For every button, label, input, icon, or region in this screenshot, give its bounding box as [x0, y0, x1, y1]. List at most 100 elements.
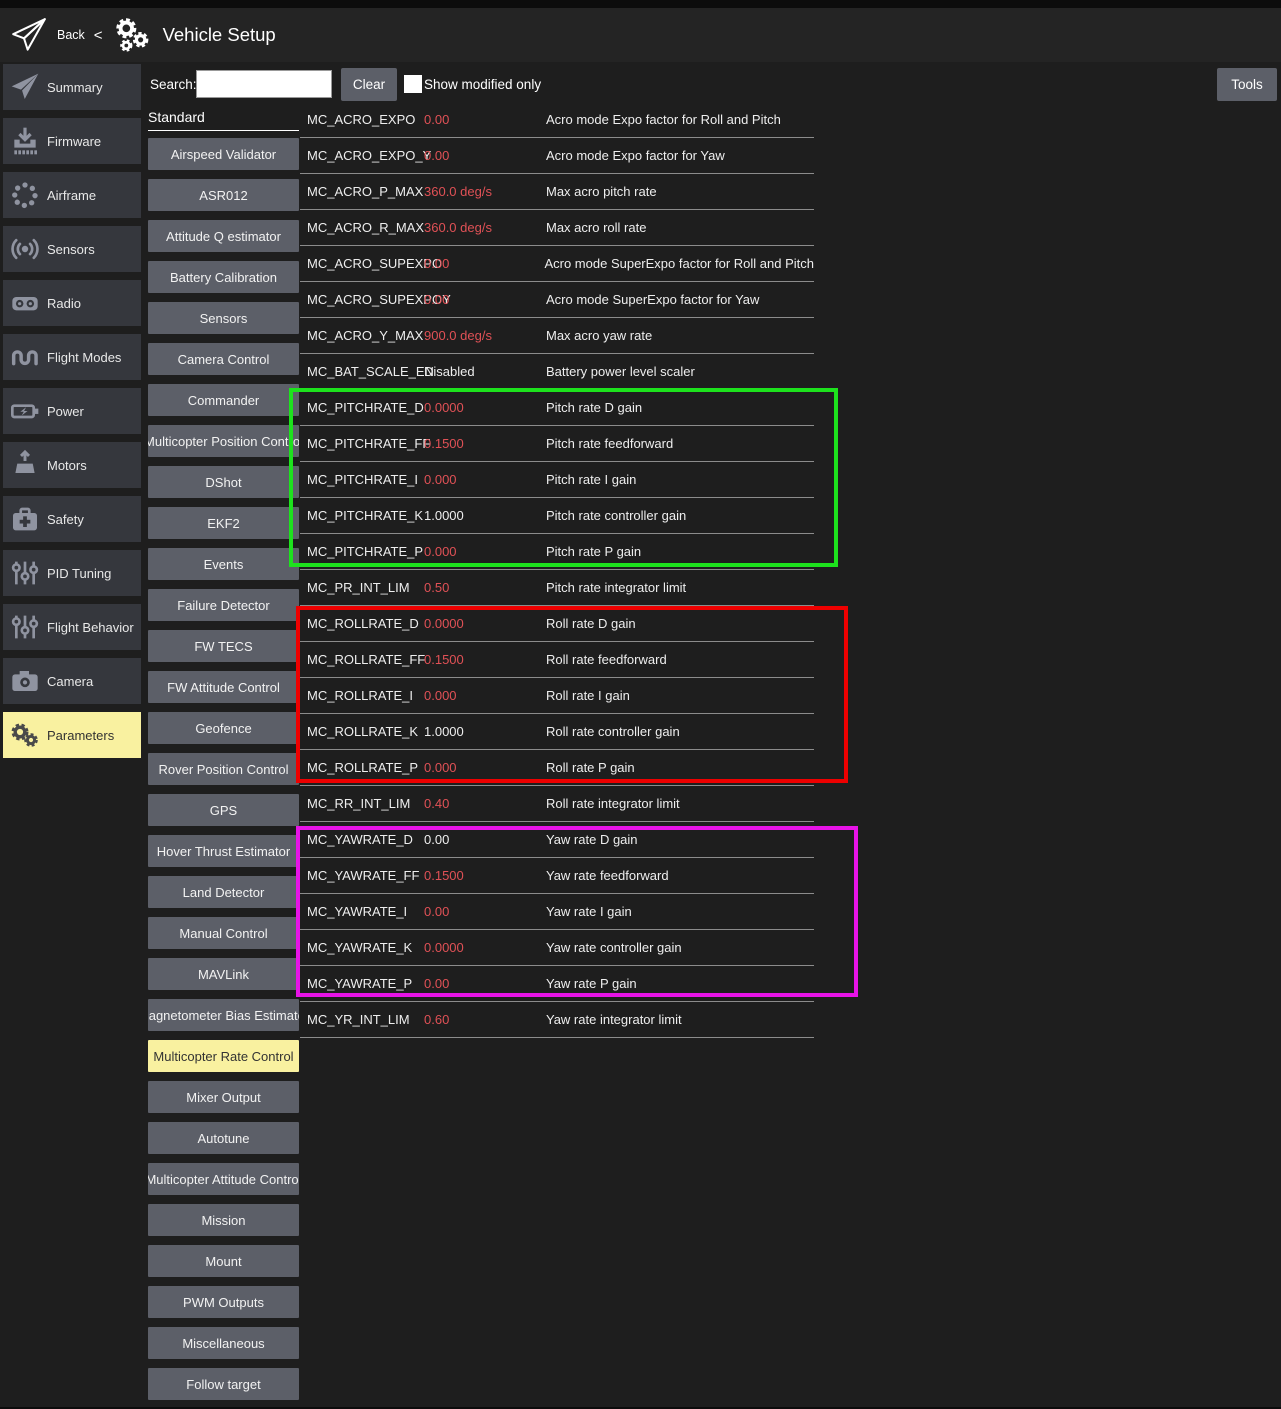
group-button-hover-thrust-estimator[interactable]: Hover Thrust Estimator — [148, 835, 299, 867]
sidebar-item-pid-tuning[interactable]: PID Tuning — [3, 550, 141, 596]
group-button-multicopter-attitude-control[interactable]: Multicopter Attitude Control — [148, 1163, 299, 1195]
search-input[interactable] — [196, 70, 332, 98]
group-button-manual-control[interactable]: Manual Control — [148, 917, 299, 949]
param-value: 0.000 — [424, 760, 546, 775]
param-name: MC_YAWRATE_D — [300, 832, 424, 847]
param-row-mc-rollrate-k[interactable]: MC_ROLLRATE_K1.0000Roll rate controller … — [300, 714, 814, 750]
param-row-mc-acro-p-max[interactable]: MC_ACRO_P_MAX360.0 deg/sMax acro pitch r… — [300, 174, 814, 210]
clear-search-button[interactable]: Clear — [341, 68, 397, 101]
sidebar-item-radio[interactable]: Radio — [3, 280, 141, 326]
sidebar-item-camera[interactable]: Camera — [3, 658, 141, 704]
sidebar-item-summary[interactable]: Summary — [3, 64, 141, 110]
group-button-pwm-outputs[interactable]: PWM Outputs — [148, 1286, 299, 1318]
param-row-mc-acro-supexpoy[interactable]: MC_ACRO_SUPEXPOY0.00Acro mode SuperExpo … — [300, 282, 814, 318]
param-description: Roll rate I gain — [546, 688, 814, 703]
sidebar-item-sensors[interactable]: Sensors — [3, 226, 141, 272]
group-button-gps[interactable]: GPS — [148, 794, 299, 826]
param-row-mc-acro-supexpo[interactable]: MC_ACRO_SUPEXPO0.00Acro mode SuperExpo f… — [300, 246, 814, 282]
group-button-fw-tecs[interactable]: FW TECS — [148, 630, 299, 662]
param-name: MC_PITCHRATE_K — [300, 508, 424, 523]
group-button-airspeed-validator[interactable]: Airspeed Validator — [148, 138, 299, 170]
group-button-battery-calibration[interactable]: Battery Calibration — [148, 261, 299, 293]
param-row-mc-pitchrate-k[interactable]: MC_PITCHRATE_K1.0000Pitch rate controlle… — [300, 498, 814, 534]
group-button-commander[interactable]: Commander — [148, 384, 299, 416]
param-value: 0.000 — [424, 544, 546, 559]
param-description: Pitch rate controller gain — [546, 508, 814, 523]
param-row-mc-acro-expo-y[interactable]: MC_ACRO_EXPO_Y0.00Acro mode Expo factor … — [300, 138, 814, 174]
group-button-dshot[interactable]: DShot — [148, 466, 299, 498]
group-button-miscellaneous[interactable]: Miscellaneous — [148, 1327, 299, 1359]
group-button-events[interactable]: Events — [148, 548, 299, 580]
group-button-mavlink[interactable]: MAVLink — [148, 958, 299, 990]
group-button-mixer-output[interactable]: Mixer Output — [148, 1081, 299, 1113]
param-description: Pitch rate integrator limit — [546, 580, 814, 595]
group-button-geofence[interactable]: Geofence — [148, 712, 299, 744]
sidebar-item-airframe[interactable]: Airframe — [3, 172, 141, 218]
param-row-mc-pr-int-lim[interactable]: MC_PR_INT_LIM0.50Pitch rate integrator l… — [300, 570, 814, 606]
param-row-mc-pitchrate-p[interactable]: MC_PITCHRATE_P0.000Pitch rate P gain — [300, 534, 814, 570]
group-button-multicopter-rate-control[interactable]: Multicopter Rate Control — [148, 1040, 299, 1072]
group-button-mount[interactable]: Mount — [148, 1245, 299, 1277]
param-name: MC_ACRO_Y_MAX — [300, 328, 424, 343]
group-button-multicopter-position-control[interactable]: Multicopter Position Control — [148, 425, 299, 457]
show-modified-checkbox[interactable] — [404, 75, 422, 93]
param-row-mc-rr-int-lim[interactable]: MC_RR_INT_LIM0.40Roll rate integrator li… — [300, 786, 814, 822]
param-row-mc-yr-int-lim[interactable]: MC_YR_INT_LIM0.60Yaw rate integrator lim… — [300, 1002, 814, 1038]
group-button-attitude-q-estimator[interactable]: Attitude Q estimator — [148, 220, 299, 252]
param-row-mc-rollrate-i[interactable]: MC_ROLLRATE_I0.000Roll rate I gain — [300, 678, 814, 714]
param-row-mc-rollrate-p[interactable]: MC_ROLLRATE_P0.000Roll rate P gain — [300, 750, 814, 786]
group-button-autotune[interactable]: Autotune — [148, 1122, 299, 1154]
param-name: MC_PITCHRATE_D — [300, 400, 424, 415]
param-row-mc-bat-scale-en[interactable]: MC_BAT_SCALE_ENDisabledBattery power lev… — [300, 354, 814, 390]
radio-goggles-icon — [3, 287, 47, 319]
param-name: MC_ACRO_EXPO_Y — [300, 148, 424, 163]
param-row-mc-acro-r-max[interactable]: MC_ACRO_R_MAX360.0 deg/sMax acro roll ra… — [300, 210, 814, 246]
sidebar-item-parameters[interactable]: Parameters — [3, 712, 141, 758]
back-button[interactable]: Back — [57, 28, 85, 42]
group-button-sensors[interactable]: Sensors — [148, 302, 299, 334]
camera-icon — [3, 665, 47, 697]
param-value: 1.0000 — [424, 508, 546, 523]
group-button-failure-detector[interactable]: Failure Detector — [148, 589, 299, 621]
group-button-mission[interactable]: Mission — [148, 1204, 299, 1236]
param-row-mc-acro-y-max[interactable]: MC_ACRO_Y_MAX900.0 deg/sMax acro yaw rat… — [300, 318, 814, 354]
param-row-mc-rollrate-ff[interactable]: MC_ROLLRATE_FF0.1500Roll rate feedforwar… — [300, 642, 814, 678]
param-row-mc-pitchrate-ff[interactable]: MC_PITCHRATE_FF0.1500Pitch rate feedforw… — [300, 426, 814, 462]
sidebar-item-flight-behavior[interactable]: Flight Behavior — [3, 604, 141, 650]
group-button-land-detector[interactable]: Land Detector — [148, 876, 299, 908]
group-button-ekf2[interactable]: EKF2 — [148, 507, 299, 539]
param-description: Pitch rate I gain — [546, 472, 814, 487]
sidebar-item-firmware[interactable]: Firmware — [3, 118, 141, 164]
param-description: Max acro yaw rate — [546, 328, 814, 343]
param-row-mc-pitchrate-i[interactable]: MC_PITCHRATE_I0.000Pitch rate I gain — [300, 462, 814, 498]
param-value: 0.00 — [424, 832, 546, 847]
param-row-mc-yawrate-d[interactable]: MC_YAWRATE_D0.00Yaw rate D gain — [300, 822, 814, 858]
sidebar-item-label: Radio — [47, 296, 81, 311]
group-button-magnetometer-bias-estimator[interactable]: Magnetometer Bias Estimator — [148, 999, 299, 1031]
group-button-follow-target[interactable]: Follow target — [148, 1368, 299, 1400]
param-row-mc-yawrate-k[interactable]: MC_YAWRATE_K0.0000Yaw rate controller ga… — [300, 930, 814, 966]
param-value: 0.00 — [424, 256, 544, 271]
param-row-mc-yawrate-i[interactable]: MC_YAWRATE_I0.00Yaw rate I gain — [300, 894, 814, 930]
param-description: Acro mode SuperExpo factor for Yaw — [546, 292, 814, 307]
group-button-fw-attitude-control[interactable]: FW Attitude Control — [148, 671, 299, 703]
param-row-mc-acro-expo[interactable]: MC_ACRO_EXPO0.00Acro mode Expo factor fo… — [300, 102, 814, 138]
sensors-signal-icon — [3, 233, 47, 265]
sidebar-item-label: Summary — [47, 80, 103, 95]
param-row-mc-pitchrate-d[interactable]: MC_PITCHRATE_D0.0000Pitch rate D gain — [300, 390, 814, 426]
param-row-mc-yawrate-ff[interactable]: MC_YAWRATE_FF0.1500Yaw rate feedforward — [300, 858, 814, 894]
group-button-rover-position-control[interactable]: Rover Position Control — [148, 753, 299, 785]
tools-button[interactable]: Tools — [1217, 68, 1277, 101]
param-row-mc-rollrate-d[interactable]: MC_ROLLRATE_D0.0000Roll rate D gain — [300, 606, 814, 642]
group-button-camera-control[interactable]: Camera Control — [148, 343, 299, 375]
sidebar-item-motors[interactable]: Motors — [3, 442, 141, 488]
param-description: Acro mode Expo factor for Roll and Pitch — [546, 112, 814, 127]
group-button-asr012[interactable]: ASR012 — [148, 179, 299, 211]
sidebar-item-flight-modes[interactable]: Flight Modes — [3, 334, 141, 380]
sidebar-item-label: Airframe — [47, 188, 96, 203]
sidebar-item-power[interactable]: Power — [3, 388, 141, 434]
group-category-header: Standard — [148, 109, 299, 130]
param-value: 360.0 deg/s — [424, 220, 546, 235]
param-row-mc-yawrate-p[interactable]: MC_YAWRATE_P0.00Yaw rate P gain — [300, 966, 814, 1002]
sidebar-item-safety[interactable]: Safety — [3, 496, 141, 542]
